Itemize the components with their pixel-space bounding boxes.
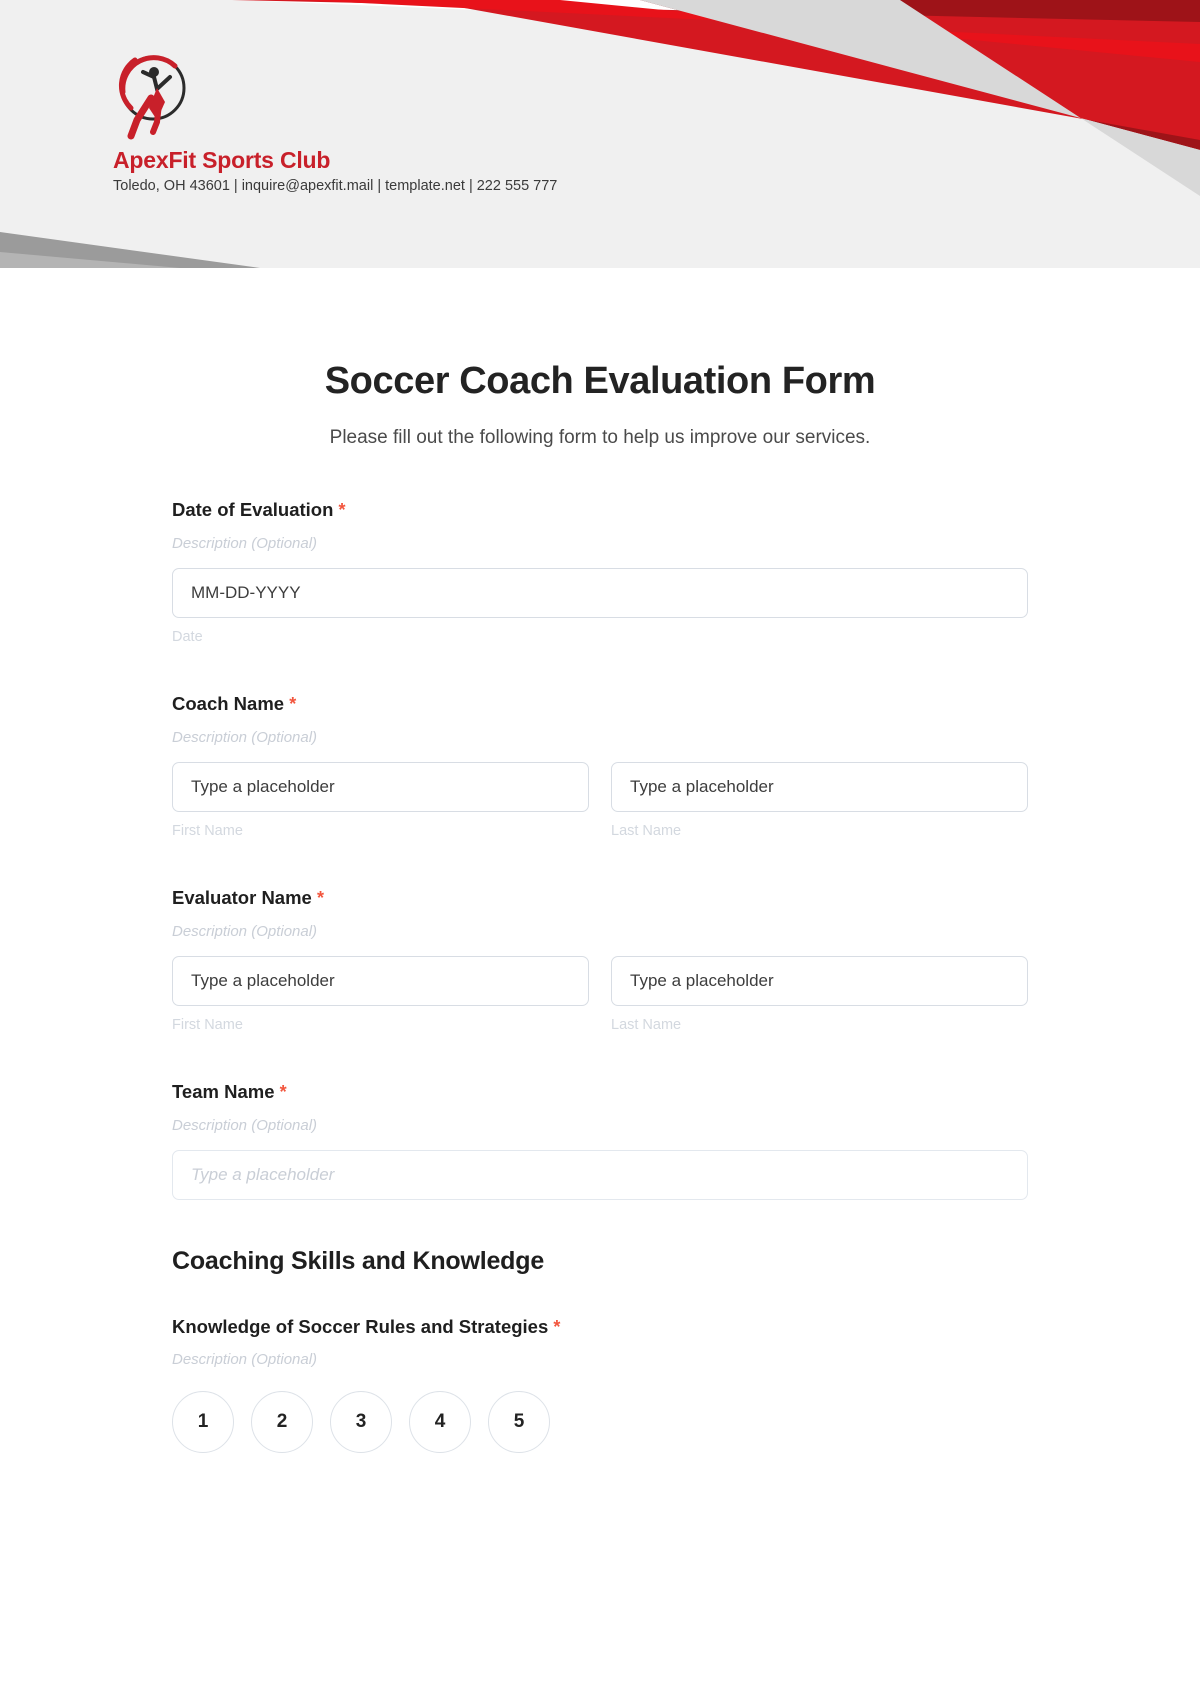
rating-option-3[interactable]: 3 xyxy=(330,1391,392,1454)
field-coach-name: Coach Name * Description (Optional) Type… xyxy=(172,693,1028,840)
field-evaluator-name: Evaluator Name * Description (Optional) … xyxy=(172,887,1028,1034)
field-knowledge-of-soccer-rules: Knowledge of Soccer Rules and Strategies… xyxy=(172,1316,1028,1454)
input-sub-label: Last Name xyxy=(611,822,682,839)
required-marker: * xyxy=(279,1081,287,1102)
field-label: Evaluator Name * xyxy=(172,887,1028,910)
field-description: Description (Optional) xyxy=(172,728,318,746)
input-sub-label: First Name xyxy=(172,822,243,839)
input-sub-label: Date xyxy=(172,628,203,645)
brand-contact-line: Toledo, OH 43601 | inquire@apexfit.mail … xyxy=(113,178,558,195)
required-marker: * xyxy=(289,693,297,714)
page-header: ApexFit Sports Club Toledo, OH 43601 | i… xyxy=(0,0,1200,268)
required-marker: * xyxy=(553,1316,561,1337)
input-row: Type a placeholder First Name Type a pla… xyxy=(172,761,1028,840)
field-description: Description (Optional) xyxy=(172,1351,318,1369)
input-sub-label: First Name xyxy=(172,1016,243,1033)
input-column: Type a placeholder Last Name xyxy=(611,761,1028,840)
field-label-text: Knowledge of Soccer Rules and Strategies xyxy=(172,1315,549,1337)
form-fields: Date of Evaluation * Description (Option… xyxy=(172,449,1028,1454)
field-label: Knowledge of Soccer Rules and Strategies… xyxy=(172,1316,1028,1339)
field-label-text: Evaluator Name xyxy=(172,886,312,908)
field-label: Date of Evaluation * xyxy=(172,499,1028,522)
section-heading-coaching-skills: Coaching Skills and Knowledge xyxy=(172,1246,545,1275)
field-label-text: Date of Evaluation xyxy=(172,499,334,520)
page-subtitle: Please fill out the following form to he… xyxy=(329,427,871,448)
coach-last-name-input[interactable]: Type a placeholder xyxy=(611,761,1028,812)
input-column: Type a placeholder Last Name xyxy=(611,955,1028,1034)
input-column: MM-DD-YYYY Date xyxy=(172,567,1028,646)
rating-option-2[interactable]: 2 xyxy=(251,1391,313,1454)
coach-first-name-input[interactable]: Type a placeholder xyxy=(172,761,589,812)
evaluator-first-name-input[interactable]: Type a placeholder xyxy=(172,955,589,1006)
required-marker: * xyxy=(316,887,324,908)
evaluator-last-name-input[interactable]: Type a placeholder xyxy=(611,955,1028,1006)
input-row: Type a placeholder xyxy=(172,1149,1028,1200)
field-date-of-evaluation: Date of Evaluation * Description (Option… xyxy=(172,499,1028,646)
rating-scale: 1 2 3 4 5 xyxy=(172,1391,1028,1454)
athlete-circle-logo-icon xyxy=(113,46,197,142)
brand-name: ApexFit Sports Club xyxy=(113,147,331,173)
field-description: Description (Optional) xyxy=(172,922,318,940)
rating-option-4[interactable]: 4 xyxy=(409,1391,471,1454)
page-title: Soccer Coach Evaluation Form xyxy=(324,360,876,402)
required-marker: * xyxy=(338,500,346,520)
field-description: Description (Optional) xyxy=(172,1116,318,1134)
brand-block: ApexFit Sports Club Toledo, OH 43601 | i… xyxy=(113,46,733,196)
form-page: Soccer Coach Evaluation Form Please fill… xyxy=(0,360,1200,1454)
input-row: MM-DD-YYYY Date xyxy=(172,567,1028,646)
input-sub-label: Last Name xyxy=(611,1016,682,1033)
field-description: Description (Optional) xyxy=(172,534,318,552)
field-team-name: Team Name * Description (Optional) Type … xyxy=(172,1081,1028,1200)
input-column: Type a placeholder xyxy=(172,1149,1028,1200)
input-column: Type a placeholder First Name xyxy=(172,761,589,840)
field-label: Team Name * xyxy=(172,1081,1028,1104)
team-name-input[interactable]: Type a placeholder xyxy=(172,1149,1028,1200)
field-label: Coach Name * xyxy=(172,693,1028,716)
date-input[interactable]: MM-DD-YYYY xyxy=(172,567,1028,618)
field-label-text: Coach Name xyxy=(172,692,285,714)
rating-option-5[interactable]: 5 xyxy=(488,1391,550,1454)
input-row: Type a placeholder First Name Type a pla… xyxy=(172,955,1028,1034)
rating-option-1[interactable]: 1 xyxy=(172,1391,234,1454)
input-column: Type a placeholder First Name xyxy=(172,955,589,1034)
field-label-text: Team Name xyxy=(172,1080,275,1102)
